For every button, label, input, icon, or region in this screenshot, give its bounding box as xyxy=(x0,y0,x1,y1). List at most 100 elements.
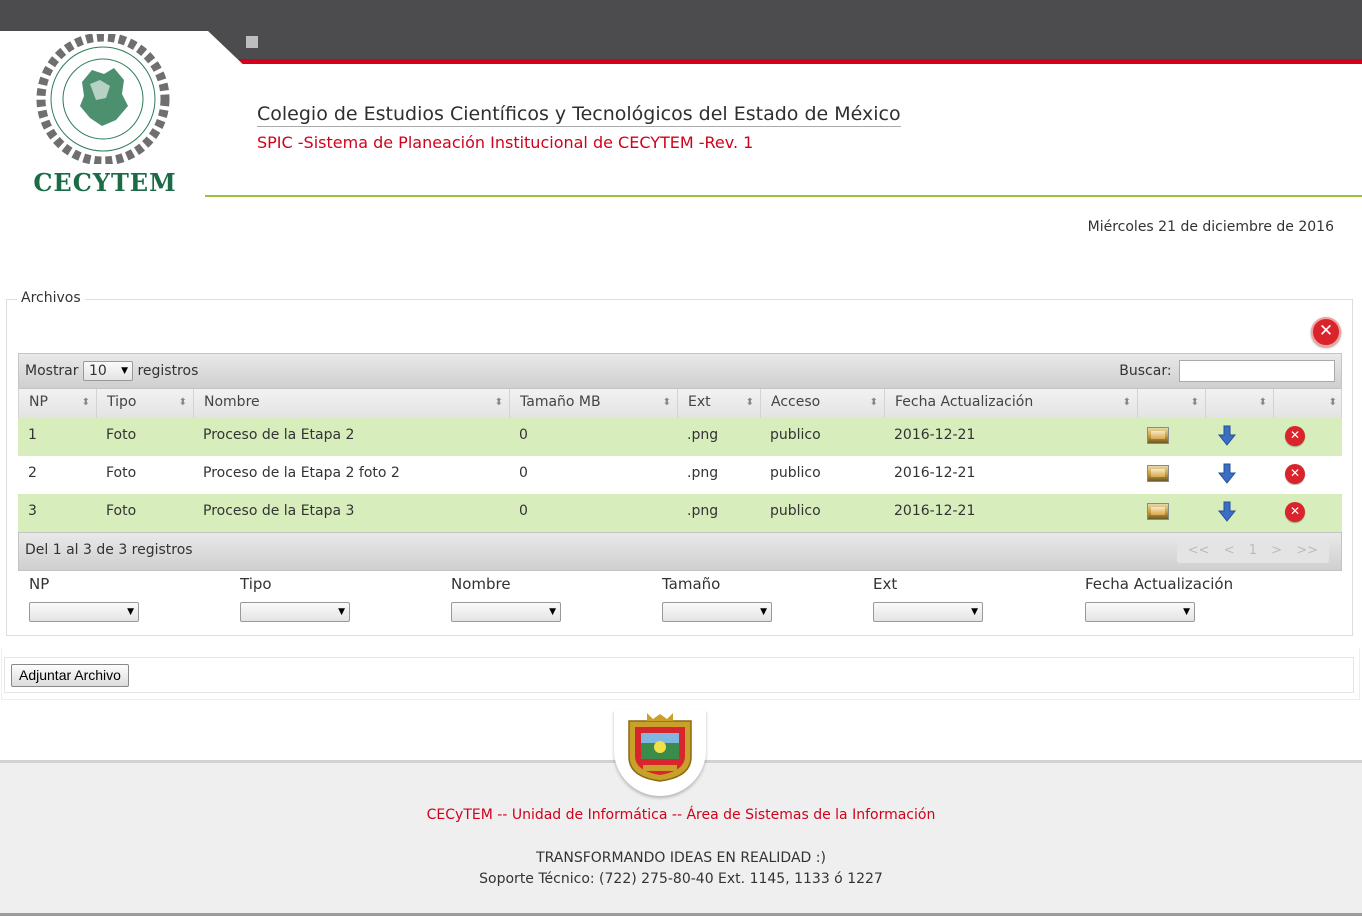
cell-tamano: 0 xyxy=(519,427,528,443)
current-date: Miércoles 21 de diciembre de 2016 xyxy=(1087,219,1334,235)
chevron-down-icon: ▼ xyxy=(549,607,556,617)
download-icon[interactable] xyxy=(1217,463,1237,485)
filter-select-ext[interactable]: ▼ xyxy=(873,602,983,622)
filter-label-tamano: Tamaño xyxy=(662,575,721,593)
filter-select-tipo[interactable]: ▼ xyxy=(240,602,350,622)
sort-icon: ⬍ xyxy=(1122,397,1131,408)
pager-page[interactable]: 1 xyxy=(1249,543,1257,558)
table-row: 3 Foto Proceso de la Etapa 3 0 .png publ… xyxy=(18,494,1342,532)
cell-acceso: publico xyxy=(770,465,821,481)
pager-prev[interactable]: < xyxy=(1224,543,1235,558)
cell-tipo: Foto xyxy=(106,465,137,481)
filter-select-np[interactable]: ▼ xyxy=(29,602,139,622)
attach-file-button[interactable]: Adjuntar Archivo xyxy=(11,664,129,687)
table-row: 1 Foto Proceso de la Etapa 2 0 .png publ… xyxy=(18,418,1342,456)
chevron-down-icon: ▼ xyxy=(127,607,134,617)
cell-nombre: Proceso de la Etapa 2 xyxy=(203,427,355,443)
chevron-down-icon: ▼ xyxy=(338,607,345,617)
filter-label-ext: Ext xyxy=(873,575,898,593)
column-fecha[interactable]: Fecha Actualización ⬍ xyxy=(885,389,1138,418)
cell-np: 1 xyxy=(28,427,37,443)
cell-nombre: Proceso de la Etapa 3 xyxy=(203,503,355,519)
cell-fecha: 2016-12-21 xyxy=(894,465,976,481)
column-acceso[interactable]: Acceso ⬍ xyxy=(761,389,885,418)
cell-tamano: 0 xyxy=(519,465,528,481)
column-delete[interactable]: ⬍ xyxy=(1274,389,1343,418)
footer-unit: CECyTEM -- Unidad de Informática -- Área… xyxy=(426,807,936,823)
column-label: Tamaño MB xyxy=(520,394,601,410)
filter-label-fecha: Fecha Actualización xyxy=(1085,575,1234,593)
pager-next[interactable]: > xyxy=(1271,543,1282,558)
download-icon[interactable] xyxy=(1217,425,1237,447)
header-red-line xyxy=(226,59,1362,64)
search-control: Buscar: xyxy=(1119,360,1335,382)
table-row: 2 Foto Proceso de la Etapa 2 foto 2 0 .p… xyxy=(18,456,1342,494)
pagination: << < 1 > >> xyxy=(1176,539,1329,563)
column-nombre[interactable]: Nombre ⬍ xyxy=(194,389,510,418)
government-mark xyxy=(246,36,260,48)
image-icon[interactable] xyxy=(1147,503,1169,520)
sort-icon: ⬍ xyxy=(178,397,187,408)
filter-select-tamano[interactable]: ▼ xyxy=(662,602,772,622)
close-icon[interactable]: ✕ xyxy=(1311,317,1341,347)
delete-icon[interactable]: ✕ xyxy=(1285,502,1305,522)
pager-last[interactable]: >> xyxy=(1296,543,1318,558)
pager-first[interactable]: << xyxy=(1188,543,1210,558)
column-image[interactable]: ⬍ xyxy=(1138,389,1206,418)
sort-icon: ⬍ xyxy=(494,397,503,408)
cell-tamano: 0 xyxy=(519,503,528,519)
cell-np: 3 xyxy=(28,503,37,519)
delete-icon[interactable]: ✕ xyxy=(1285,426,1305,446)
table-header: NP ⬍ Tipo ⬍ Nombre ⬍ Tamaño MB ⬍ Ext ⬍ Acceso… xyxy=(18,389,1342,418)
estado-de-mexico-shield-icon xyxy=(628,713,692,782)
cell-acceso: publico xyxy=(770,427,821,443)
cell-fecha: 2016-12-21 xyxy=(894,427,976,443)
sort-icon: ⬍ xyxy=(81,397,90,408)
filter-label-np: NP xyxy=(29,575,50,593)
cell-ext: .png xyxy=(687,465,719,481)
cell-nombre: Proceso de la Etapa 2 foto 2 xyxy=(203,465,400,481)
column-label: Fecha Actualización xyxy=(895,394,1034,410)
column-np[interactable]: NP ⬍ xyxy=(19,389,97,418)
delete-icon[interactable]: ✕ xyxy=(1285,464,1305,484)
sort-icon: ⬍ xyxy=(869,397,878,408)
chevron-down-icon: ▼ xyxy=(971,607,978,617)
filter-label-nombre: Nombre xyxy=(451,575,511,593)
search-label: Buscar: xyxy=(1119,363,1172,379)
filter-select-fecha[interactable]: ▼ xyxy=(1085,602,1195,622)
column-label: Tipo xyxy=(107,394,137,410)
sort-icon: ⬍ xyxy=(1328,397,1337,408)
chevron-down-icon: ▼ xyxy=(121,366,128,376)
institution-title: Colegio de Estudios Científicos y Tecnol… xyxy=(257,103,901,127)
sort-icon: ⬍ xyxy=(1190,397,1199,408)
search-input[interactable] xyxy=(1179,360,1335,382)
sort-icon: ⬍ xyxy=(745,397,754,408)
download-icon[interactable] xyxy=(1217,501,1237,523)
length-select[interactable]: 10 ▼ xyxy=(82,361,133,381)
column-ext[interactable]: Ext ⬍ xyxy=(678,389,761,418)
length-label-after: registros xyxy=(137,363,199,379)
chevron-down-icon: ▼ xyxy=(1183,607,1190,617)
length-select-value: 10 xyxy=(88,363,107,379)
sort-icon: ⬍ xyxy=(1258,397,1267,408)
cell-ext: .png xyxy=(687,503,719,519)
column-tipo[interactable]: Tipo ⬍ xyxy=(97,389,194,418)
filter-select-nombre[interactable]: ▼ xyxy=(451,602,561,622)
image-icon[interactable] xyxy=(1147,427,1169,444)
cell-acceso: publico xyxy=(770,503,821,519)
column-download[interactable]: ⬍ xyxy=(1206,389,1274,418)
column-tamano[interactable]: Tamaño MB ⬍ xyxy=(510,389,678,418)
table-info: Del 1 al 3 de 3 registros xyxy=(25,542,193,558)
image-icon[interactable] xyxy=(1147,465,1169,482)
cecytem-logo xyxy=(36,34,170,164)
column-label: NP xyxy=(29,394,48,410)
logo-text: CECYTEM xyxy=(33,168,177,197)
length-control: Mostrar 10 ▼ registros xyxy=(25,361,198,381)
cell-tipo: Foto xyxy=(106,427,137,443)
filter-label-tipo: Tipo xyxy=(240,575,272,593)
cell-np: 2 xyxy=(28,465,37,481)
column-label: Nombre xyxy=(204,394,260,410)
cell-fecha: 2016-12-21 xyxy=(894,503,976,519)
column-label: Acceso xyxy=(771,394,821,410)
header-green-line xyxy=(205,195,1362,197)
